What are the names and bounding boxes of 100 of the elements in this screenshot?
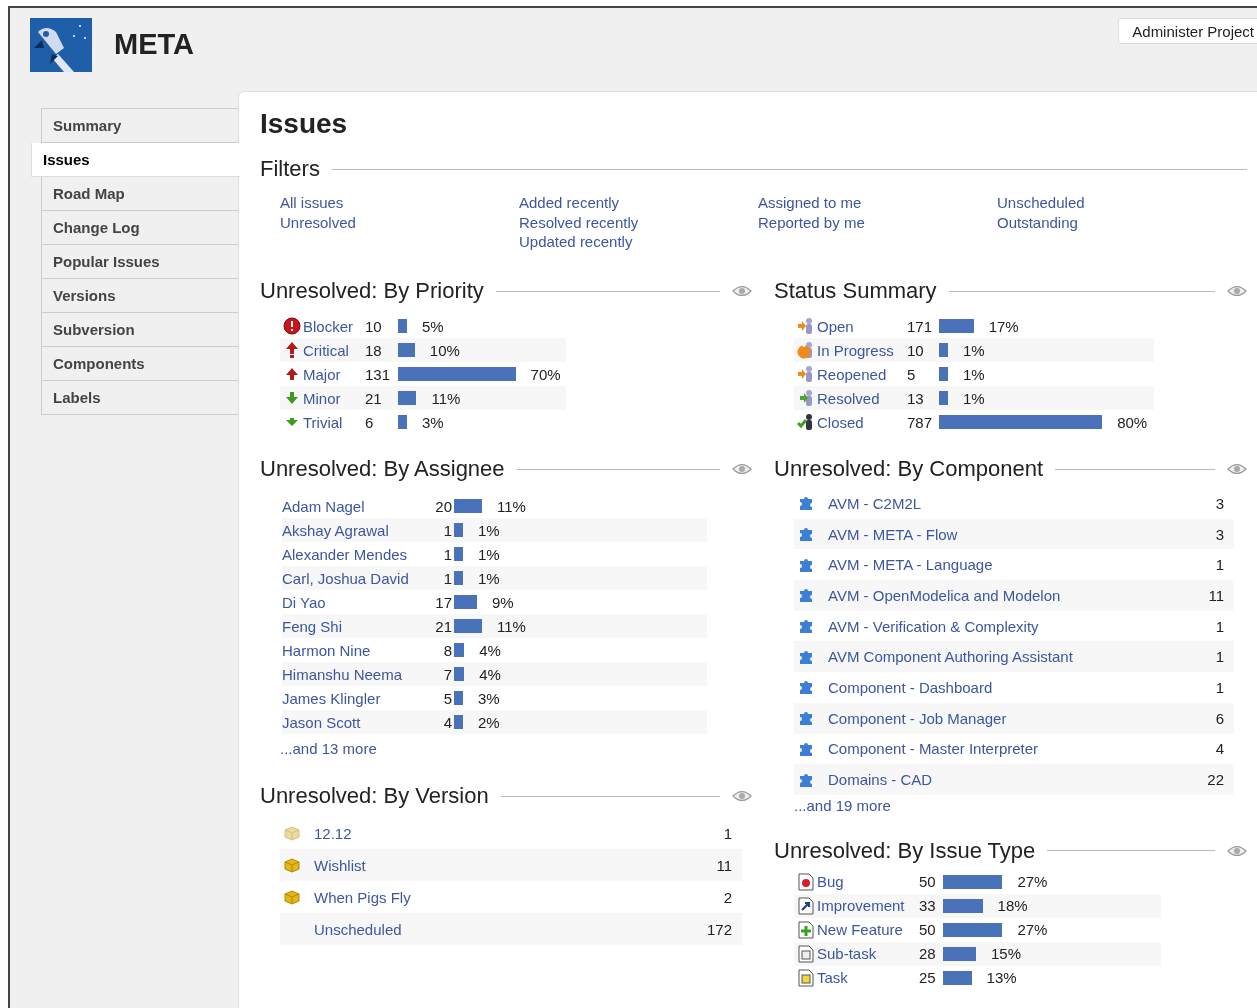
issue-count: 3 [1215,494,1225,512]
percentage: 1% [478,545,500,563]
filter-link[interactable]: Unresolved [280,212,519,232]
filter-link[interactable]: Updated recently [519,232,758,252]
more-link[interactable]: ...and 13 more [280,740,752,757]
section-heading: Status Summary [774,278,937,304]
percentage: 1% [963,389,985,407]
filter-link[interactable]: Akshay Agrawal [282,521,389,539]
filter-link[interactable]: Critical [303,341,349,359]
filter-link[interactable]: Sub-task [817,945,877,963]
filter-link[interactable]: Closed [817,413,864,431]
eye-icon[interactable] [732,790,752,802]
eye-icon[interactable] [1227,285,1247,297]
version-link[interactable]: Wishlist [314,856,717,874]
filter-link[interactable]: Blocker [303,317,354,335]
filter-link[interactable]: Feng Shi [282,617,343,635]
filter-link[interactable]: Task [817,969,848,987]
percentage-bar [939,391,948,405]
filter-link[interactable]: Di Yao [282,593,326,611]
puzzle-piece-icon [797,495,814,512]
document-icon [797,872,814,891]
filter-link[interactable]: Jason Scott [282,713,361,731]
sidebar-tab[interactable]: Change Log [41,211,238,245]
filter-link[interactable]: Resolved recently [519,212,758,232]
filter-link[interactable]: Unscheduled [997,193,1236,213]
percentage: 11% [431,389,461,407]
filter-link[interactable]: Added recently [519,193,758,213]
issue-count: 5 [907,365,917,383]
percentage-bar [454,667,465,681]
filter-link[interactable]: Adam Nagel [282,497,365,515]
component-link[interactable]: AVM - Verification & Complexity [828,617,1216,635]
filter-link[interactable]: Open [817,317,854,335]
component-link[interactable]: AVM - OpenModelica and Modelon [828,586,1209,604]
more-link[interactable]: ...and 19 more [794,796,1247,814]
sidebar-tab[interactable]: Labels [41,381,238,415]
filter-link[interactable]: Improvement [817,897,905,915]
eye-icon[interactable] [732,463,752,475]
component-link[interactable]: Component - Master Interpreter [828,740,1216,758]
percentage-bar [398,343,415,357]
package-icon [282,889,301,905]
filter-link[interactable]: All issues [280,193,519,213]
issue-count: 4 [442,713,453,731]
percentage: 5% [422,317,444,335]
component-link[interactable]: AVM - META - Language [828,556,1216,574]
version-link[interactable]: 12.12 [314,824,724,842]
administer-project-button[interactable]: Administer Project [1118,18,1257,44]
component-link[interactable]: AVM - META - Flow [828,525,1216,543]
filter-link[interactable]: Himanshu Neema [282,665,403,683]
filter-link[interactable]: Major [303,365,341,383]
version-link[interactable]: When Pigs Fly [314,888,724,906]
filter-link[interactable]: Reported by me [758,212,997,232]
percentage-bar [454,547,463,561]
filter-link[interactable]: New Feature [817,921,903,939]
component-link[interactable]: AVM Component Authoring Assistant [828,648,1216,666]
component-link[interactable]: AVM - C2M2L [828,494,1216,512]
section-heading: Unresolved: By Issue Type [774,837,1036,864]
percentage-bar [454,715,463,729]
percentage-bar [454,499,483,513]
filter-link[interactable]: Assigned to me [758,193,997,213]
component-link[interactable]: Domains - CAD [828,771,1208,789]
filter-link[interactable]: Trivial [303,413,343,431]
sidebar-tab[interactable]: Components [41,347,238,381]
percentage: 3% [478,689,500,707]
percentage-bar [398,391,417,405]
filter-link[interactable]: Harmon Nine [282,641,371,659]
sidebar-tab[interactable]: Versions [41,279,238,313]
sidebar-tab[interactable]: Road Map [41,177,238,211]
eye-icon[interactable] [732,285,752,297]
sidebar-tab[interactable]: Summary [41,108,238,143]
percentage: 15% [991,945,1022,963]
percentage: 2% [478,713,500,731]
version-link[interactable]: Unscheduled [314,920,707,938]
filter-link[interactable]: Reopened [817,365,887,383]
filter-link[interactable]: Carl, Joshua David [282,569,409,587]
percentage: 13% [986,969,1017,987]
eye-icon[interactable] [1227,844,1247,857]
percentage: 80% [1117,413,1148,431]
issue-count: 171 [907,317,934,335]
filter-link[interactable]: Outstanding [997,212,1236,232]
filter-link[interactable]: Resolved [817,389,880,407]
filter-link[interactable]: In Progress [817,341,894,359]
sidebar-tab[interactable]: Issues [31,143,240,177]
issue-count: 33 [919,897,937,915]
component-link[interactable]: Component - Job Manager [828,709,1216,727]
percentage: 1% [963,341,985,359]
eye-icon[interactable] [1227,463,1247,475]
filter-link[interactable]: Minor [303,389,341,407]
percentage: 4% [479,641,501,659]
filter-link[interactable]: Bug [817,873,844,891]
sidebar-tab[interactable]: Popular Issues [41,245,238,279]
package-icon [282,825,301,841]
project-title: META [114,28,194,61]
filter-link[interactable]: Alexander Mendes [282,545,408,563]
issue-count: 17 [434,593,453,611]
issue-count: 1 [442,521,453,539]
filter-link[interactable]: James Klingler [282,689,381,707]
issue-count: 10 [365,317,383,335]
percentage: 1% [478,521,500,539]
sidebar-tab[interactable]: Subversion [41,313,238,347]
component-link[interactable]: Component - Dashboard [828,678,1216,696]
